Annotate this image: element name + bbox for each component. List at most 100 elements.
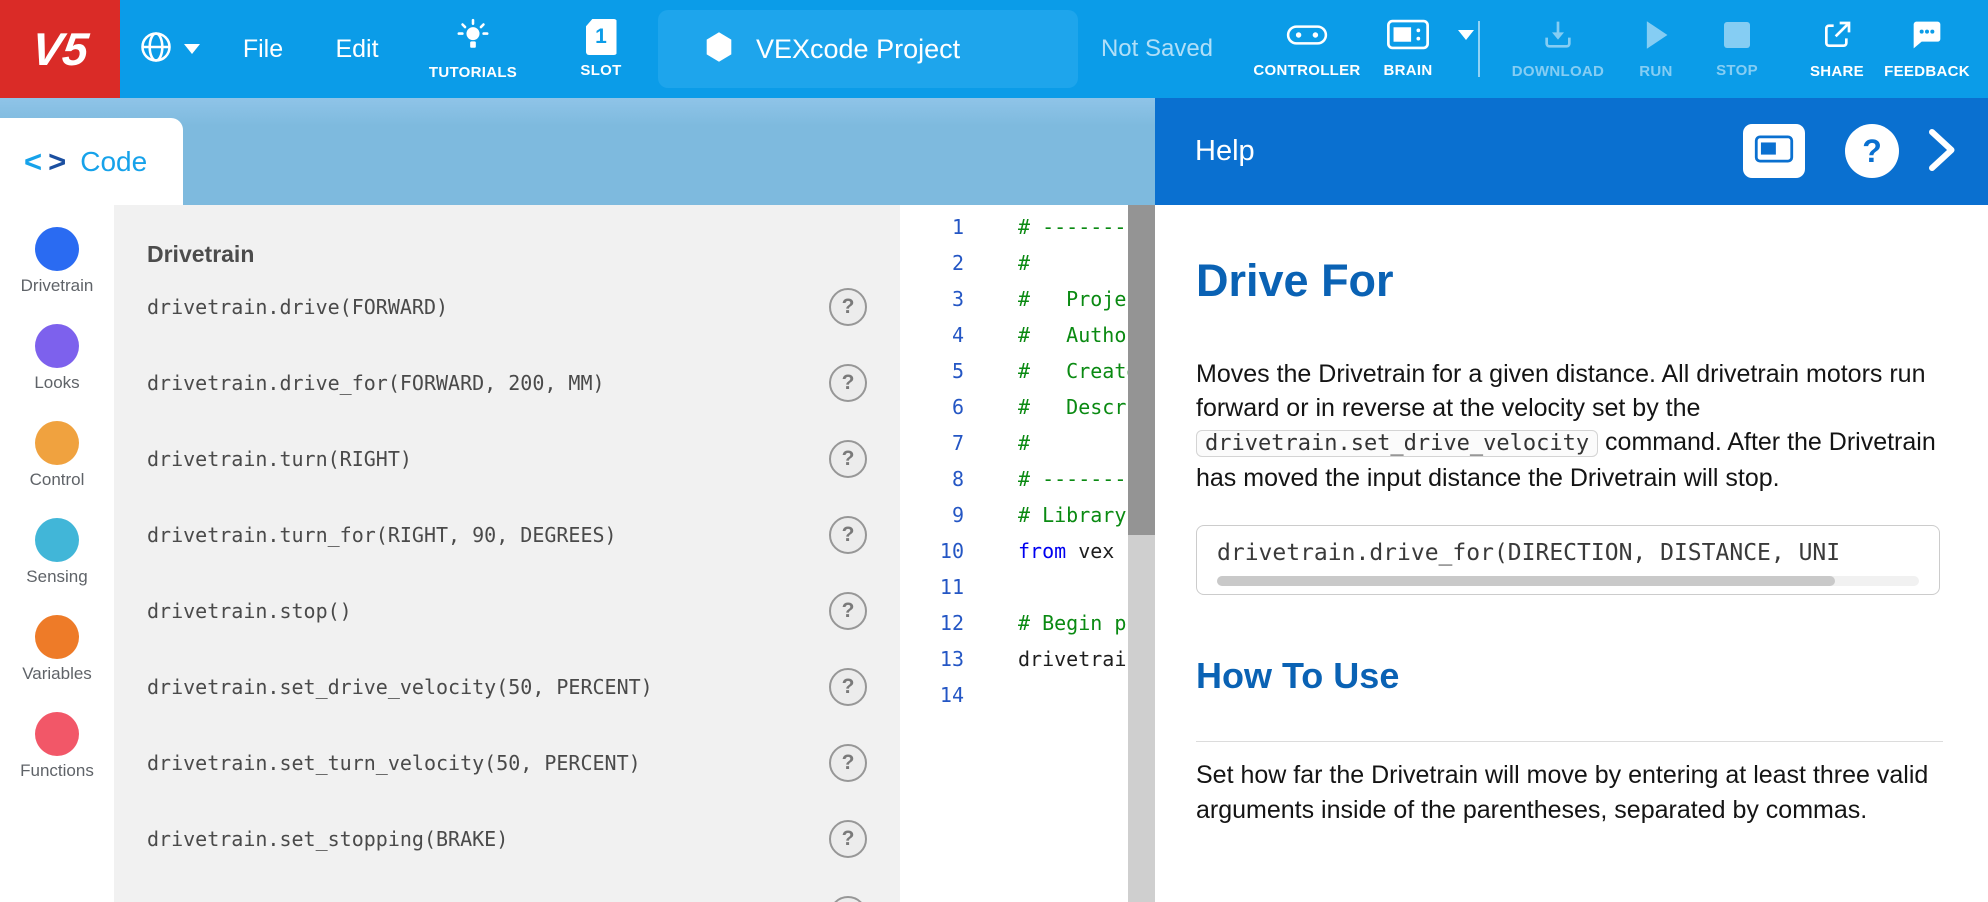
command-row[interactable]: drivetrain.drive(FORWARD)? <box>147 269 867 345</box>
brain-icon <box>1386 19 1430 55</box>
share-label: SHARE <box>1810 63 1864 80</box>
sidebar-category-functions[interactable]: Functions <box>20 712 94 809</box>
sidebar-category-looks[interactable]: Looks <box>34 324 79 421</box>
help-device-button[interactable] <box>1743 124 1805 178</box>
editor-line[interactable]: 6# Descri <box>900 389 1128 425</box>
feedback-bubble-icon <box>1910 19 1944 56</box>
slot-label: SLOT <box>580 62 621 79</box>
command-help-icon[interactable]: ? <box>829 440 867 478</box>
code-example-hscrollbar-thumb[interactable] <box>1217 576 1835 586</box>
command-help-icon[interactable]: ? <box>829 516 867 554</box>
command-row[interactable]: drivetrain.stop()? <box>147 573 867 649</box>
looks-category-icon[interactable] <box>35 324 79 368</box>
help-collapse-button[interactable] <box>1923 126 1959 179</box>
command-row[interactable]: drivetrain.set_stopping(BRAKE)? <box>147 801 867 877</box>
help-toggle-button[interactable]: ? <box>1845 124 1899 178</box>
editor-line[interactable]: 8# --------- <box>900 461 1128 497</box>
globe-icon <box>138 29 174 70</box>
control-category-icon[interactable] <box>35 421 79 465</box>
command-text[interactable]: drivetrain.turn(RIGHT) <box>147 447 412 471</box>
sidebar-category-sensing[interactable]: Sensing <box>26 518 87 615</box>
run-label: RUN <box>1639 63 1672 80</box>
tab-code[interactable]: < > Code <box>0 118 183 205</box>
brain-button[interactable]: BRAIN <box>1358 0 1458 98</box>
sensing-category-icon[interactable] <box>35 518 79 562</box>
controller-icon <box>1286 20 1328 55</box>
sidebar-category-drivetrain[interactable]: Drivetrain <box>21 227 94 324</box>
share-icon <box>1820 19 1854 56</box>
editor-line[interactable]: 13drivetrain <box>900 641 1128 677</box>
command-help-icon[interactable]: ? <box>829 896 867 902</box>
slot-icon: 1 <box>586 19 617 55</box>
tutorials-button[interactable]: TUTORIALS <box>413 0 533 98</box>
share-button[interactable]: SHARE <box>1795 0 1879 98</box>
variables-category-icon[interactable] <box>35 615 79 659</box>
line-number: 5 <box>900 353 964 389</box>
file-menu[interactable]: File <box>232 0 294 98</box>
command-row[interactable]: drivetrain.set_turn_velocity(50, PERCENT… <box>147 725 867 801</box>
sidebar-category-control[interactable]: Control <box>30 421 85 518</box>
command-text[interactable]: drivetrain.set_turn_velocity(50, PERCENT… <box>147 751 641 775</box>
edit-menu[interactable]: Edit <box>326 0 388 98</box>
command-row[interactable]: drivetrain.turn_for(RIGHT, 90, DEGREES)? <box>147 497 867 573</box>
editor-line[interactable]: 9# Library <box>900 497 1128 533</box>
editor-line[interactable]: 7# <box>900 425 1128 461</box>
editor-line[interactable]: 1# --------- <box>900 209 1128 245</box>
feedback-button[interactable]: FEEDBACK <box>1868 0 1986 98</box>
command-help-icon[interactable]: ? <box>829 364 867 402</box>
code-icon: < <box>24 144 42 180</box>
editor-line[interactable]: 2# <box>900 245 1128 281</box>
command-help-icon[interactable]: ? <box>829 668 867 706</box>
command-text[interactable]: drivetrain.set_stopping(BRAKE) <box>147 827 508 851</box>
command-section-header: Drivetrain <box>147 239 867 269</box>
command-text[interactable]: drivetrain.set_drive_velocity(50, PERCEN… <box>147 675 653 699</box>
help-description: Moves the Drivetrain for a given distanc… <box>1196 357 1954 495</box>
editor-scrollbar[interactable] <box>1128 205 1155 902</box>
editor-scrollbar-thumb[interactable] <box>1128 205 1155 535</box>
project-name-button[interactable]: VEXcode Project <box>658 10 1078 88</box>
run-button[interactable]: RUN <box>1620 0 1692 98</box>
editor-line[interactable]: 12# Begin p <box>900 605 1128 641</box>
command-text[interactable]: drivetrain.turn_for(RIGHT, 90, DEGREES) <box>147 523 617 547</box>
command-row[interactable]: drivetrain.turn(RIGHT)? <box>147 421 867 497</box>
code-editor[interactable]: 1# ---------2#3# Proje4# Autho5# Create6… <box>900 205 1128 902</box>
editor-line[interactable]: 11 <box>900 569 1128 605</box>
command-list: drivetrain.drive(FORWARD)?drivetrain.dri… <box>147 269 867 902</box>
category-label: Variables <box>22 664 92 684</box>
language-selector[interactable] <box>126 0 212 98</box>
code-text: drivetrain <box>1018 647 1128 671</box>
code-text: # Descri <box>1018 395 1128 419</box>
stop-button[interactable]: STOP <box>1700 0 1774 98</box>
category-label: Functions <box>20 761 94 781</box>
command-row[interactable]: drivetrain.drive_for(FORWARD, 200, MM)? <box>147 345 867 421</box>
code-text: # <box>1018 251 1030 275</box>
editor-line[interactable]: 3# Proje <box>900 281 1128 317</box>
project-title: VEXcode Project <box>756 34 960 65</box>
slot-button[interactable]: 1 SLOT <box>556 0 646 98</box>
editor-lines: 1# ---------2#3# Proje4# Autho5# Create6… <box>900 209 1128 713</box>
command-text[interactable]: drivetrain.drive_for(FORWARD, 200, MM) <box>147 371 605 395</box>
functions-category-icon[interactable] <box>35 712 79 756</box>
command-help-icon[interactable]: ? <box>829 288 867 326</box>
controller-button[interactable]: CONTROLLER <box>1240 0 1374 98</box>
editor-line[interactable]: 14 <box>900 677 1128 713</box>
download-button[interactable]: DOWNLOAD <box>1495 0 1621 98</box>
command-help-icon[interactable]: ? <box>829 592 867 630</box>
sidebar-category-variables[interactable]: Variables <box>22 615 92 712</box>
editor-line[interactable]: 5# Create <box>900 353 1128 389</box>
brain-chevron-down-icon[interactable] <box>1458 30 1474 40</box>
editor-line[interactable]: 4# Autho <box>900 317 1128 353</box>
command-row[interactable]: ? <box>147 877 867 902</box>
command-row[interactable]: drivetrain.set_drive_velocity(50, PERCEN… <box>147 649 867 725</box>
command-text[interactable]: drivetrain.stop() <box>147 599 352 623</box>
code-example-hscrollbar[interactable] <box>1217 576 1919 586</box>
vex-v5-logo[interactable]: V5 <box>0 0 120 98</box>
code-text: # Proje <box>1018 287 1126 311</box>
command-text[interactable]: drivetrain.drive(FORWARD) <box>147 295 448 319</box>
command-help-icon[interactable]: ? <box>829 820 867 858</box>
drivetrain-category-icon[interactable] <box>35 227 79 271</box>
inline-code-chip: drivetrain.set_drive_velocity <box>1196 430 1598 457</box>
editor-line[interactable]: 10from vex i <box>900 533 1128 569</box>
line-number: 4 <box>900 317 964 353</box>
command-help-icon[interactable]: ? <box>829 744 867 782</box>
